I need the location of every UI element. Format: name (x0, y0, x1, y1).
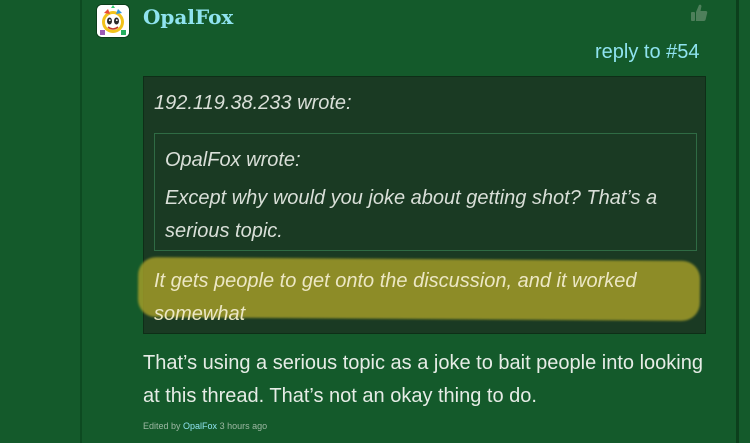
edited-prefix: Edited by (143, 421, 181, 431)
nested-quote-author-line: OpalFox wrote: (165, 149, 301, 171)
avatar-image (97, 5, 129, 37)
post-author[interactable]: OpalFox (143, 5, 233, 29)
edited-note: Edited by OpalFox 3 hours ago (143, 421, 267, 431)
right-edge-rule (736, 0, 739, 443)
reply-to-link[interactable]: reply to #54 (595, 41, 700, 64)
post-body: That’s using a serious topic as a joke t… (143, 352, 703, 407)
like-button[interactable] (688, 2, 710, 24)
quote-author-line: 192.119.38.233 wrote: (154, 92, 352, 114)
quote-block: 192.119.38.233 wrote: OpalFox wrote: Exc… (137, 76, 706, 334)
avatar[interactable] (96, 4, 130, 38)
thumbs-up-icon (691, 4, 708, 22)
edited-time: 3 hours ago (219, 421, 268, 431)
thread-indent-rule (80, 0, 82, 443)
nested-quote-text: Except why would you joke about getting … (165, 187, 658, 242)
quote-text: It gets people to get onto the discussio… (154, 270, 637, 325)
edited-by-user-link[interactable]: OpalFox (183, 421, 217, 431)
nested-quote-block: OpalFox wrote: Except why would you joke… (154, 133, 697, 251)
